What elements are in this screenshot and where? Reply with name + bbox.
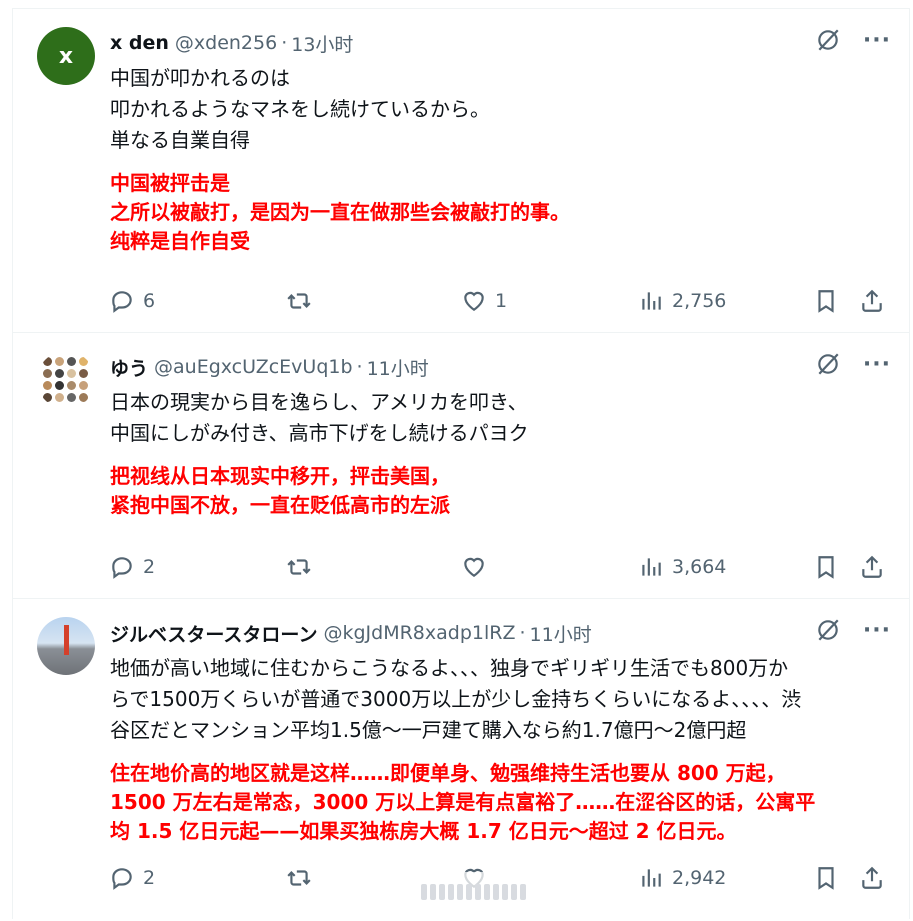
views-count: 2,942 (672, 867, 727, 889)
translation-text: 住在地价高的地区就是这样……即便单身、勉强维持生活也要从 800 万起， 150… (110, 761, 816, 843)
more-icon[interactable]: ··· (863, 28, 891, 53)
timestamp[interactable]: 13小时 (291, 30, 353, 57)
reply-icon (112, 291, 132, 313)
avatar[interactable] (37, 617, 95, 675)
separator: · (356, 356, 363, 378)
separator: · (519, 622, 526, 644)
separator: · (281, 32, 288, 54)
views-button[interactable]: 2,756 (638, 288, 726, 314)
author-handle[interactable]: @kgJdMR8xadp1lRZ (323, 622, 515, 644)
more-icon[interactable]: ··· (863, 618, 891, 643)
bookmark-icon (818, 867, 834, 890)
reply-button[interactable]: 6 (109, 288, 155, 314)
tweet-text: 日本の現実から目を逸らし、アメリカを叩き、 中国にしがみ付き、高市下げをし続ける… (110, 390, 529, 445)
timestamp[interactable]: 11小时 (367, 354, 429, 381)
reply-icon (112, 557, 132, 579)
repost-icon (287, 559, 311, 575)
tweet[interactable]: x x den @xden256 · 13小时 中国が叩かれるのは 叩かれるよう… (12, 8, 910, 332)
reply-count: 2 (143, 867, 156, 889)
bookmark-icon (818, 290, 834, 313)
views-count: 2,756 (672, 290, 727, 312)
action-bar: 2 3,664 (13, 552, 909, 582)
header-actions: ··· (815, 617, 891, 643)
share-button[interactable] (859, 288, 885, 314)
tweet[interactable]: ゆう @auEgxcUZcEvUq1b · 11小时 日本の現実から目を逸らし、… (12, 332, 910, 598)
repost-icon (287, 293, 311, 309)
tweet-content: ジルベスタースタローン @kgJdMR8xadp1lRZ · 11小时 地価が高… (110, 619, 893, 846)
more-icon[interactable]: ··· (863, 352, 891, 377)
reply-count: 2 (143, 556, 156, 578)
reply-button[interactable]: 2 (109, 865, 155, 891)
share-icon (862, 866, 882, 889)
grok-icon[interactable] (815, 617, 841, 643)
reply-icon (112, 868, 132, 890)
like-button[interactable]: 1 (461, 288, 507, 314)
views-button[interactable]: 2,942 (638, 865, 726, 891)
share-button[interactable] (859, 865, 885, 891)
tweet-content: x den @xden256 · 13小时 中国が叩かれるのは 叩かれるようなマ… (110, 29, 893, 256)
author-name[interactable]: x den (110, 32, 169, 54)
share-button[interactable] (859, 554, 885, 580)
avatar[interactable]: x (37, 27, 95, 85)
avatar-letter: x (58, 43, 74, 69)
reply-button[interactable]: 2 (109, 554, 155, 580)
author-name[interactable]: ゆう (110, 354, 148, 381)
tower-image (64, 625, 69, 655)
heart-icon (464, 557, 484, 577)
tweet-text: 地価が高い地域に住むからこうなるよ、、、独身でギリギリ生活でも800万か らで1… (110, 656, 802, 742)
share-icon (862, 555, 882, 578)
views-icon (642, 558, 661, 576)
timeline: x x den @xden256 · 13小时 中国が叩かれるのは 叩かれるよう… (12, 8, 910, 919)
header-actions: ··· (815, 27, 891, 53)
tweet-header: x den @xden256 · 13小时 (110, 29, 893, 57)
bookmark-button[interactable] (813, 288, 839, 314)
tweet[interactable]: ジルベスタースタローン @kgJdMR8xadp1lRZ · 11小时 地価が高… (12, 598, 910, 919)
tweet-content: ゆう @auEgxcUZcEvUq1b · 11小时 日本の現実から目を逸らし、… (110, 353, 893, 520)
bookmark-button[interactable] (813, 554, 839, 580)
like-count: 1 (495, 290, 508, 312)
repost-button[interactable] (286, 554, 320, 580)
views-icon (642, 869, 661, 887)
views-count: 3,664 (672, 556, 727, 578)
repost-icon (287, 870, 311, 886)
grok-icon[interactable] (815, 351, 841, 377)
heart-icon (464, 291, 484, 311)
grok-icon[interactable] (815, 27, 841, 53)
share-icon (862, 289, 882, 312)
tweet-text: 中国が叩かれるのは 叩かれるようなマネをし続けているから。 単なる自業自得 (110, 66, 490, 152)
bookmark-icon (818, 556, 834, 579)
like-button[interactable] (461, 554, 495, 580)
action-bar: 6 1 2,756 (13, 286, 909, 316)
author-handle[interactable]: @auEgxcUZcEvUq1b (154, 356, 353, 378)
timestamp[interactable]: 11小时 (530, 620, 592, 647)
bookmark-button[interactable] (813, 865, 839, 891)
repost-button[interactable] (286, 288, 320, 314)
avatar[interactable] (37, 351, 95, 409)
translation-text: 中国被抨击是 之所以被敲打，是因为一直在做那些会被敲打的事。 纯粹是自作自受 (110, 171, 570, 253)
watermark (414, 872, 532, 912)
repost-button[interactable] (286, 865, 320, 891)
author-name[interactable]: ジルベスタースタローン (110, 620, 317, 647)
tweet-header: ゆう @auEgxcUZcEvUq1b · 11小时 (110, 353, 893, 381)
views-button[interactable]: 3,664 (638, 554, 726, 580)
views-icon (642, 292, 661, 310)
header-actions: ··· (815, 351, 891, 377)
translation-text: 把视线从日本现实中移开，抨击美国， 紧抱中国不放，一直在贬低高市的左派 (110, 464, 450, 517)
tweet-header: ジルベスタースタローン @kgJdMR8xadp1lRZ · 11小时 (110, 619, 893, 647)
author-handle[interactable]: @xden256 (175, 32, 277, 54)
reply-count: 6 (143, 290, 156, 312)
